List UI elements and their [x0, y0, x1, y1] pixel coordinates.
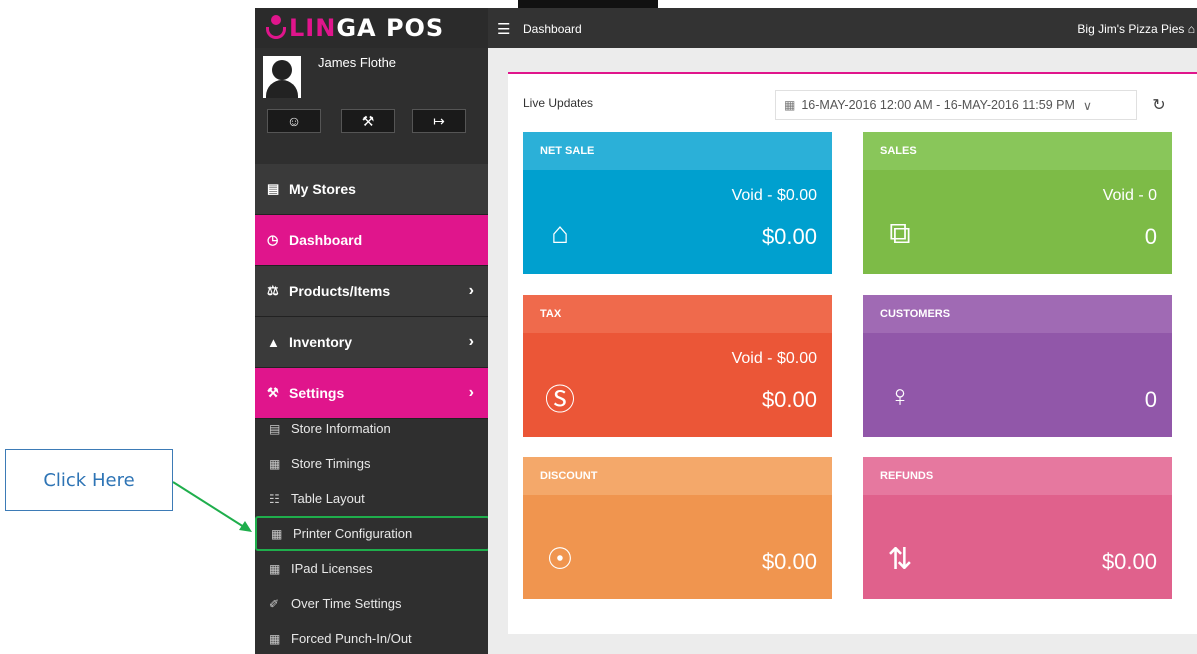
card-refunds[interactable]: REFUNDS $0.00 ⇅: [863, 457, 1172, 599]
hamburger-menu-icon[interactable]: ☰: [497, 20, 510, 38]
chevron-right-icon: ›: [468, 333, 474, 350]
nav-item-label: Inventory: [289, 334, 353, 350]
logout-icon: ↦: [433, 112, 445, 129]
card-sales[interactable]: SALES Void - 0 0 ⧉: [863, 132, 1172, 274]
card-title: TAX: [523, 295, 832, 333]
user-name: James Flothe: [318, 55, 397, 70]
exchange-icon: ⧉: [889, 217, 911, 250]
logout-button[interactable]: ↦: [412, 109, 466, 133]
card-customers[interactable]: CUSTOMERS 0 ♀: [863, 295, 1172, 437]
brand-logo[interactable]: LINGA POS: [255, 8, 488, 48]
card-tax[interactable]: TAX Void - $0.00 $0.00 Ⓢ: [523, 295, 832, 437]
printer-icon: ▦: [271, 526, 283, 541]
chevron-right-icon: ›: [468, 282, 474, 299]
store-icon: ▤: [267, 181, 280, 196]
moneybag-icon: Ⓢ: [545, 384, 575, 417]
submenu-label: Forced Punch-In/Out: [291, 631, 412, 646]
inventory-icon: ▲: [267, 334, 280, 350]
nav-item-label: Products/Items: [289, 283, 391, 299]
calendar-icon: ▦: [784, 98, 796, 112]
tools-button[interactable]: ⚒: [341, 109, 395, 133]
card-amount: $0.00: [761, 387, 817, 412]
punch-icon: ▦: [269, 631, 281, 646]
brand-text-white: GA POS: [336, 14, 445, 42]
ipad-icon: ▦: [269, 561, 281, 576]
card-amount: $0.00: [1101, 549, 1157, 574]
nav-item-label: Settings: [289, 385, 345, 401]
discount-icon: ☉: [546, 542, 574, 576]
submenu-label: Over Time Settings: [291, 596, 402, 611]
brand-text-pink: LIN: [289, 14, 337, 42]
submenu-label: Store Information: [291, 421, 391, 436]
user-icon: ♀: [888, 380, 912, 413]
tools-icon: ⚒: [361, 112, 375, 129]
card-net-sale[interactable]: NET SALE Void - $0.00 $0.00 ⌂: [523, 132, 832, 274]
chevron-down-icon: ∨: [1082, 98, 1093, 113]
timings-icon: ▦: [269, 456, 281, 471]
profile-button[interactable]: ☺: [267, 109, 321, 133]
chevron-right-icon: ›: [468, 384, 474, 401]
submenu-forced-punch-in-out[interactable]: ▦ Forced Punch-In/Out: [255, 621, 488, 654]
card-title: REFUNDS: [863, 457, 1172, 495]
date-range-picker[interactable]: ▦ 16-MAY-2016 12:00 AM - 16-MAY-2016 11:…: [775, 90, 1137, 120]
card-void-value: Void - $0.00: [731, 350, 817, 367]
top-bar: ☰ Dashboard Big Jim's Pizza Pies ⌂: [488, 8, 1197, 48]
table-icon: ☷: [269, 491, 280, 506]
overtime-icon: ✐: [269, 596, 280, 611]
card-title: NET SALE: [523, 132, 832, 170]
cloche-icon: ⌂: [550, 217, 570, 250]
home-icon: ⌂: [1187, 22, 1195, 36]
submenu-over-time-settings[interactable]: ✐ Over Time Settings: [255, 586, 488, 621]
submenu-label: Table Layout: [291, 491, 365, 506]
submenu-label: Printer Configuration: [293, 526, 413, 541]
profile-icon: ☺: [286, 113, 302, 129]
store-name-link[interactable]: Big Jim's Pizza Pies ⌂: [1077, 22, 1195, 36]
submenu-store-information[interactable]: ▤ Store Information: [255, 411, 488, 446]
nav-item-my-stores[interactable]: ▤ My Stores: [255, 164, 488, 215]
nav-item-products-items[interactable]: ⚖ Products/Items ›: [255, 266, 488, 317]
card-void-value: Void - 0: [1102, 187, 1157, 204]
submenu-label: Store Timings: [291, 456, 371, 471]
avatar: [263, 56, 301, 98]
submenu-ipad-licenses[interactable]: ▦ IPad Licenses: [255, 551, 488, 586]
top-tab-remnant: [518, 0, 658, 8]
nav-item-label: My Stores: [289, 181, 356, 197]
user-panel: James Flothe ☺ ⚒ ↦: [255, 48, 488, 163]
card-title: DISCOUNT: [523, 457, 832, 495]
card-discount[interactable]: DISCOUNT $0.00 ☉: [523, 457, 832, 599]
card-title: CUSTOMERS: [863, 295, 1172, 333]
breadcrumb: Dashboard: [523, 22, 582, 36]
main-content: Live Updates ▦ 16-MAY-2016 12:00 AM - 16…: [488, 48, 1197, 654]
card-amount: 0: [1144, 224, 1157, 249]
card-void-value: Void - $0.00: [731, 187, 817, 204]
live-updates-heading: Live Updates: [523, 96, 594, 110]
card-amount: $0.00: [761, 549, 817, 574]
screenshot-stage: LINGA POS James Flothe ☺ ⚒ ↦ ▤ My Stores ◷…: [0, 0, 1197, 654]
live-updates-panel: Live Updates ▦ 16-MAY-2016 12:00 AM - 16…: [508, 72, 1197, 634]
submenu-table-layout[interactable]: ☷ Table Layout: [255, 481, 488, 516]
card-amount: 0: [1144, 387, 1157, 412]
refund-icon: ⇅: [887, 542, 913, 576]
nav-item-inventory[interactable]: ▲ Inventory ›: [255, 317, 488, 368]
store-info-icon: ▤: [269, 421, 281, 436]
sidebar: LINGA POS James Flothe ☺ ⚒ ↦ ▤ My Stores ◷…: [255, 8, 490, 654]
basket-icon: ⚖: [267, 283, 279, 298]
dashboard-icon: ◷: [267, 232, 279, 247]
submenu-store-timings[interactable]: ▦ Store Timings: [255, 446, 488, 481]
refresh-button[interactable]: ↻: [1146, 92, 1172, 118]
submenu-printer-configuration[interactable]: ▦ Printer Configuration: [255, 516, 490, 551]
linga-logo-icon: [265, 15, 287, 41]
wrench-icon: ⚒: [267, 385, 279, 400]
card-amount: $0.00: [761, 224, 817, 249]
date-range-text: 16-MAY-2016 12:00 AM - 16-MAY-2016 11:59…: [801, 98, 1075, 112]
card-title: SALES: [863, 132, 1172, 170]
click-here-callout: Click Here: [5, 449, 173, 511]
nav-item-label: Dashboard: [289, 232, 363, 248]
submenu-label: IPad Licenses: [291, 561, 373, 576]
nav-item-dashboard[interactable]: ◷ Dashboard: [255, 215, 488, 266]
refresh-icon: ↻: [1152, 97, 1166, 114]
